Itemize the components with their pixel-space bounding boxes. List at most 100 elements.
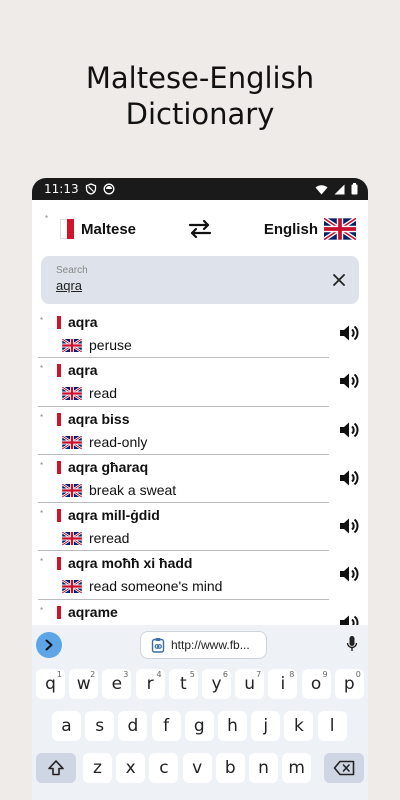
favorite-star-icon[interactable]: * xyxy=(40,557,43,566)
shield-icon xyxy=(85,183,97,195)
key-r[interactable]: r4 xyxy=(135,669,165,699)
result-row[interactable]: * aqra peruse xyxy=(32,310,368,359)
speaker-icon[interactable] xyxy=(338,322,360,344)
clear-search-icon[interactable] xyxy=(329,270,349,290)
uk-flag-icon xyxy=(61,482,83,498)
malta-flag-icon xyxy=(52,605,61,619)
key-v[interactable]: v xyxy=(182,753,212,783)
backspace-icon xyxy=(333,760,355,776)
malta-flag-icon xyxy=(52,364,61,378)
key-m[interactable]: m xyxy=(282,753,312,783)
key-letter: r xyxy=(146,674,154,694)
clipboard-link-icon xyxy=(151,637,165,653)
key-letter: q xyxy=(45,674,56,694)
result-word: aqrame xyxy=(68,603,118,620)
result-word: aqra moħħ xi ħadd xyxy=(68,555,193,572)
speaker-icon[interactable] xyxy=(338,370,360,392)
speaker-icon[interactable] xyxy=(338,419,360,441)
favorite-star-icon[interactable]: * xyxy=(40,364,43,373)
results-list: * aqra peruse * aqra read * aqra biss read-only *… xyxy=(32,310,368,649)
shift-key[interactable] xyxy=(36,753,76,783)
result-translation: reread xyxy=(89,530,130,547)
key-n[interactable]: n xyxy=(249,753,278,783)
key-y[interactable]: y6 xyxy=(202,669,231,699)
phone-frame: 11:13 * Maltese English Search aqra * aq… xyxy=(32,178,368,800)
key-b[interactable]: b xyxy=(215,753,245,783)
speaker-icon[interactable] xyxy=(338,467,360,489)
keyboard-row-3: zxcvbnm xyxy=(32,753,368,783)
key-g[interactable]: g xyxy=(184,711,214,741)
key-o[interactable]: o9 xyxy=(301,669,331,699)
result-row[interactable]: * aqra għaraq break a sweat xyxy=(32,455,368,504)
favorite-star-icon[interactable]: * xyxy=(45,214,48,223)
key-f[interactable]: f xyxy=(151,711,181,741)
result-word: aqra mill-ġdid xyxy=(68,507,160,524)
source-language-button[interactable]: Maltese xyxy=(60,219,136,239)
key-u[interactable]: u7 xyxy=(235,669,265,699)
status-bar: 11:13 xyxy=(32,178,368,200)
uk-flag-icon xyxy=(61,531,83,547)
speaker-icon[interactable] xyxy=(338,563,360,585)
search-input[interactable]: aqra xyxy=(56,278,82,293)
clipboard-suggestion-text: http://www.fb... xyxy=(171,638,250,652)
malta-flag-icon xyxy=(60,219,74,239)
key-c[interactable]: c xyxy=(149,753,179,783)
promo-title-line1: Maltese-English xyxy=(85,61,315,95)
key-number-hint: 7 xyxy=(256,670,262,679)
search-field[interactable]: Search aqra xyxy=(41,256,359,304)
key-w[interactable]: w2 xyxy=(69,669,99,699)
key-letter: o xyxy=(310,674,322,694)
key-k[interactable]: k xyxy=(284,711,314,741)
favorite-star-icon[interactable]: * xyxy=(40,413,43,422)
speaker-icon[interactable] xyxy=(338,515,360,537)
key-h[interactable]: h xyxy=(218,711,247,741)
key-e[interactable]: e3 xyxy=(102,669,132,699)
result-word: aqra xyxy=(68,362,98,379)
onscreen-keyboard: http://www.fb... q1w2e3r4t5y6u7i8o9p0 as… xyxy=(32,625,368,800)
swap-languages-icon[interactable] xyxy=(187,219,213,239)
result-word: aqra xyxy=(68,314,98,330)
result-row[interactable]: * aqra biss read-only xyxy=(32,407,368,455)
key-z[interactable]: z xyxy=(83,753,112,783)
result-translation: read-only xyxy=(89,433,148,450)
uk-flag-icon xyxy=(323,218,356,240)
key-q[interactable]: q1 xyxy=(36,669,65,699)
key-x[interactable]: x xyxy=(116,753,146,783)
key-l[interactable]: l xyxy=(317,711,347,741)
key-number-hint: 9 xyxy=(322,670,328,679)
key-number-hint: 4 xyxy=(156,670,162,679)
result-row[interactable]: * aqra mill-ġdid reread xyxy=(32,503,368,552)
key-letter: e xyxy=(111,674,123,694)
uk-flag-icon xyxy=(61,386,83,402)
target-language-label: English xyxy=(263,220,318,238)
promo-title: Maltese-English Dictionary xyxy=(0,60,400,132)
result-row[interactable]: * aqra moħħ xi ħadd read someone's mind xyxy=(32,551,368,600)
key-number-hint: 2 xyxy=(90,670,96,679)
microphone-icon[interactable] xyxy=(346,635,358,653)
uk-flag-icon xyxy=(61,434,83,450)
key-s[interactable]: s xyxy=(85,711,115,741)
source-language-label: Maltese xyxy=(81,220,137,238)
wifi-icon xyxy=(315,184,328,195)
key-p[interactable]: p0 xyxy=(334,669,364,699)
keyboard-row-1: q1w2e3r4t5y6u7i8o9p0 xyxy=(32,669,368,699)
result-row[interactable]: * aqra read xyxy=(32,358,368,407)
backspace-key[interactable] xyxy=(324,753,364,783)
key-a[interactable]: a xyxy=(52,711,81,741)
favorite-star-icon[interactable]: * xyxy=(40,509,43,518)
favorite-star-icon[interactable]: * xyxy=(40,606,43,615)
key-d[interactable]: d xyxy=(118,711,148,741)
key-letter: t xyxy=(179,674,187,694)
clipboard-suggestion-chip[interactable]: http://www.fb... xyxy=(140,631,267,659)
key-number-hint: 3 xyxy=(123,670,129,679)
result-word: aqra biss xyxy=(68,410,130,427)
result-translation: peruse xyxy=(89,337,132,353)
favorite-star-icon[interactable]: * xyxy=(40,316,43,325)
target-language-button[interactable]: English xyxy=(264,218,356,240)
key-j[interactable]: j xyxy=(251,711,281,741)
keyboard-toolbar: http://www.fb... xyxy=(32,625,368,663)
key-i[interactable]: i8 xyxy=(268,669,298,699)
key-t[interactable]: t5 xyxy=(168,669,198,699)
favorite-star-icon[interactable]: * xyxy=(40,461,43,470)
expand-toolbar-icon[interactable] xyxy=(36,632,62,658)
